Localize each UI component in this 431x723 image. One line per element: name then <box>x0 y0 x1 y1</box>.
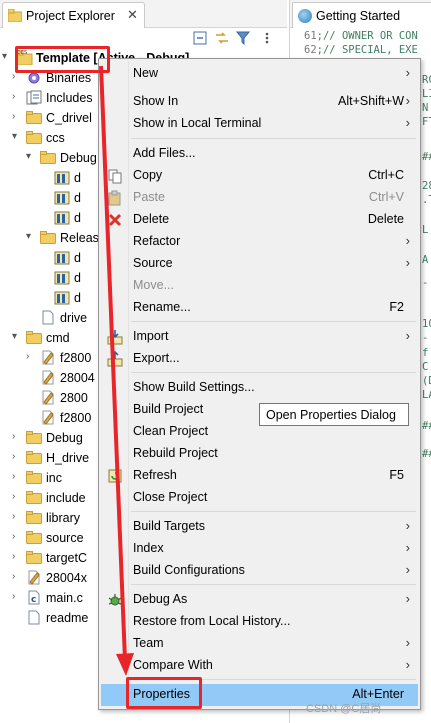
annotation-arrow <box>99 65 134 676</box>
watermark: CSDN @C居尚 <box>306 703 382 715</box>
